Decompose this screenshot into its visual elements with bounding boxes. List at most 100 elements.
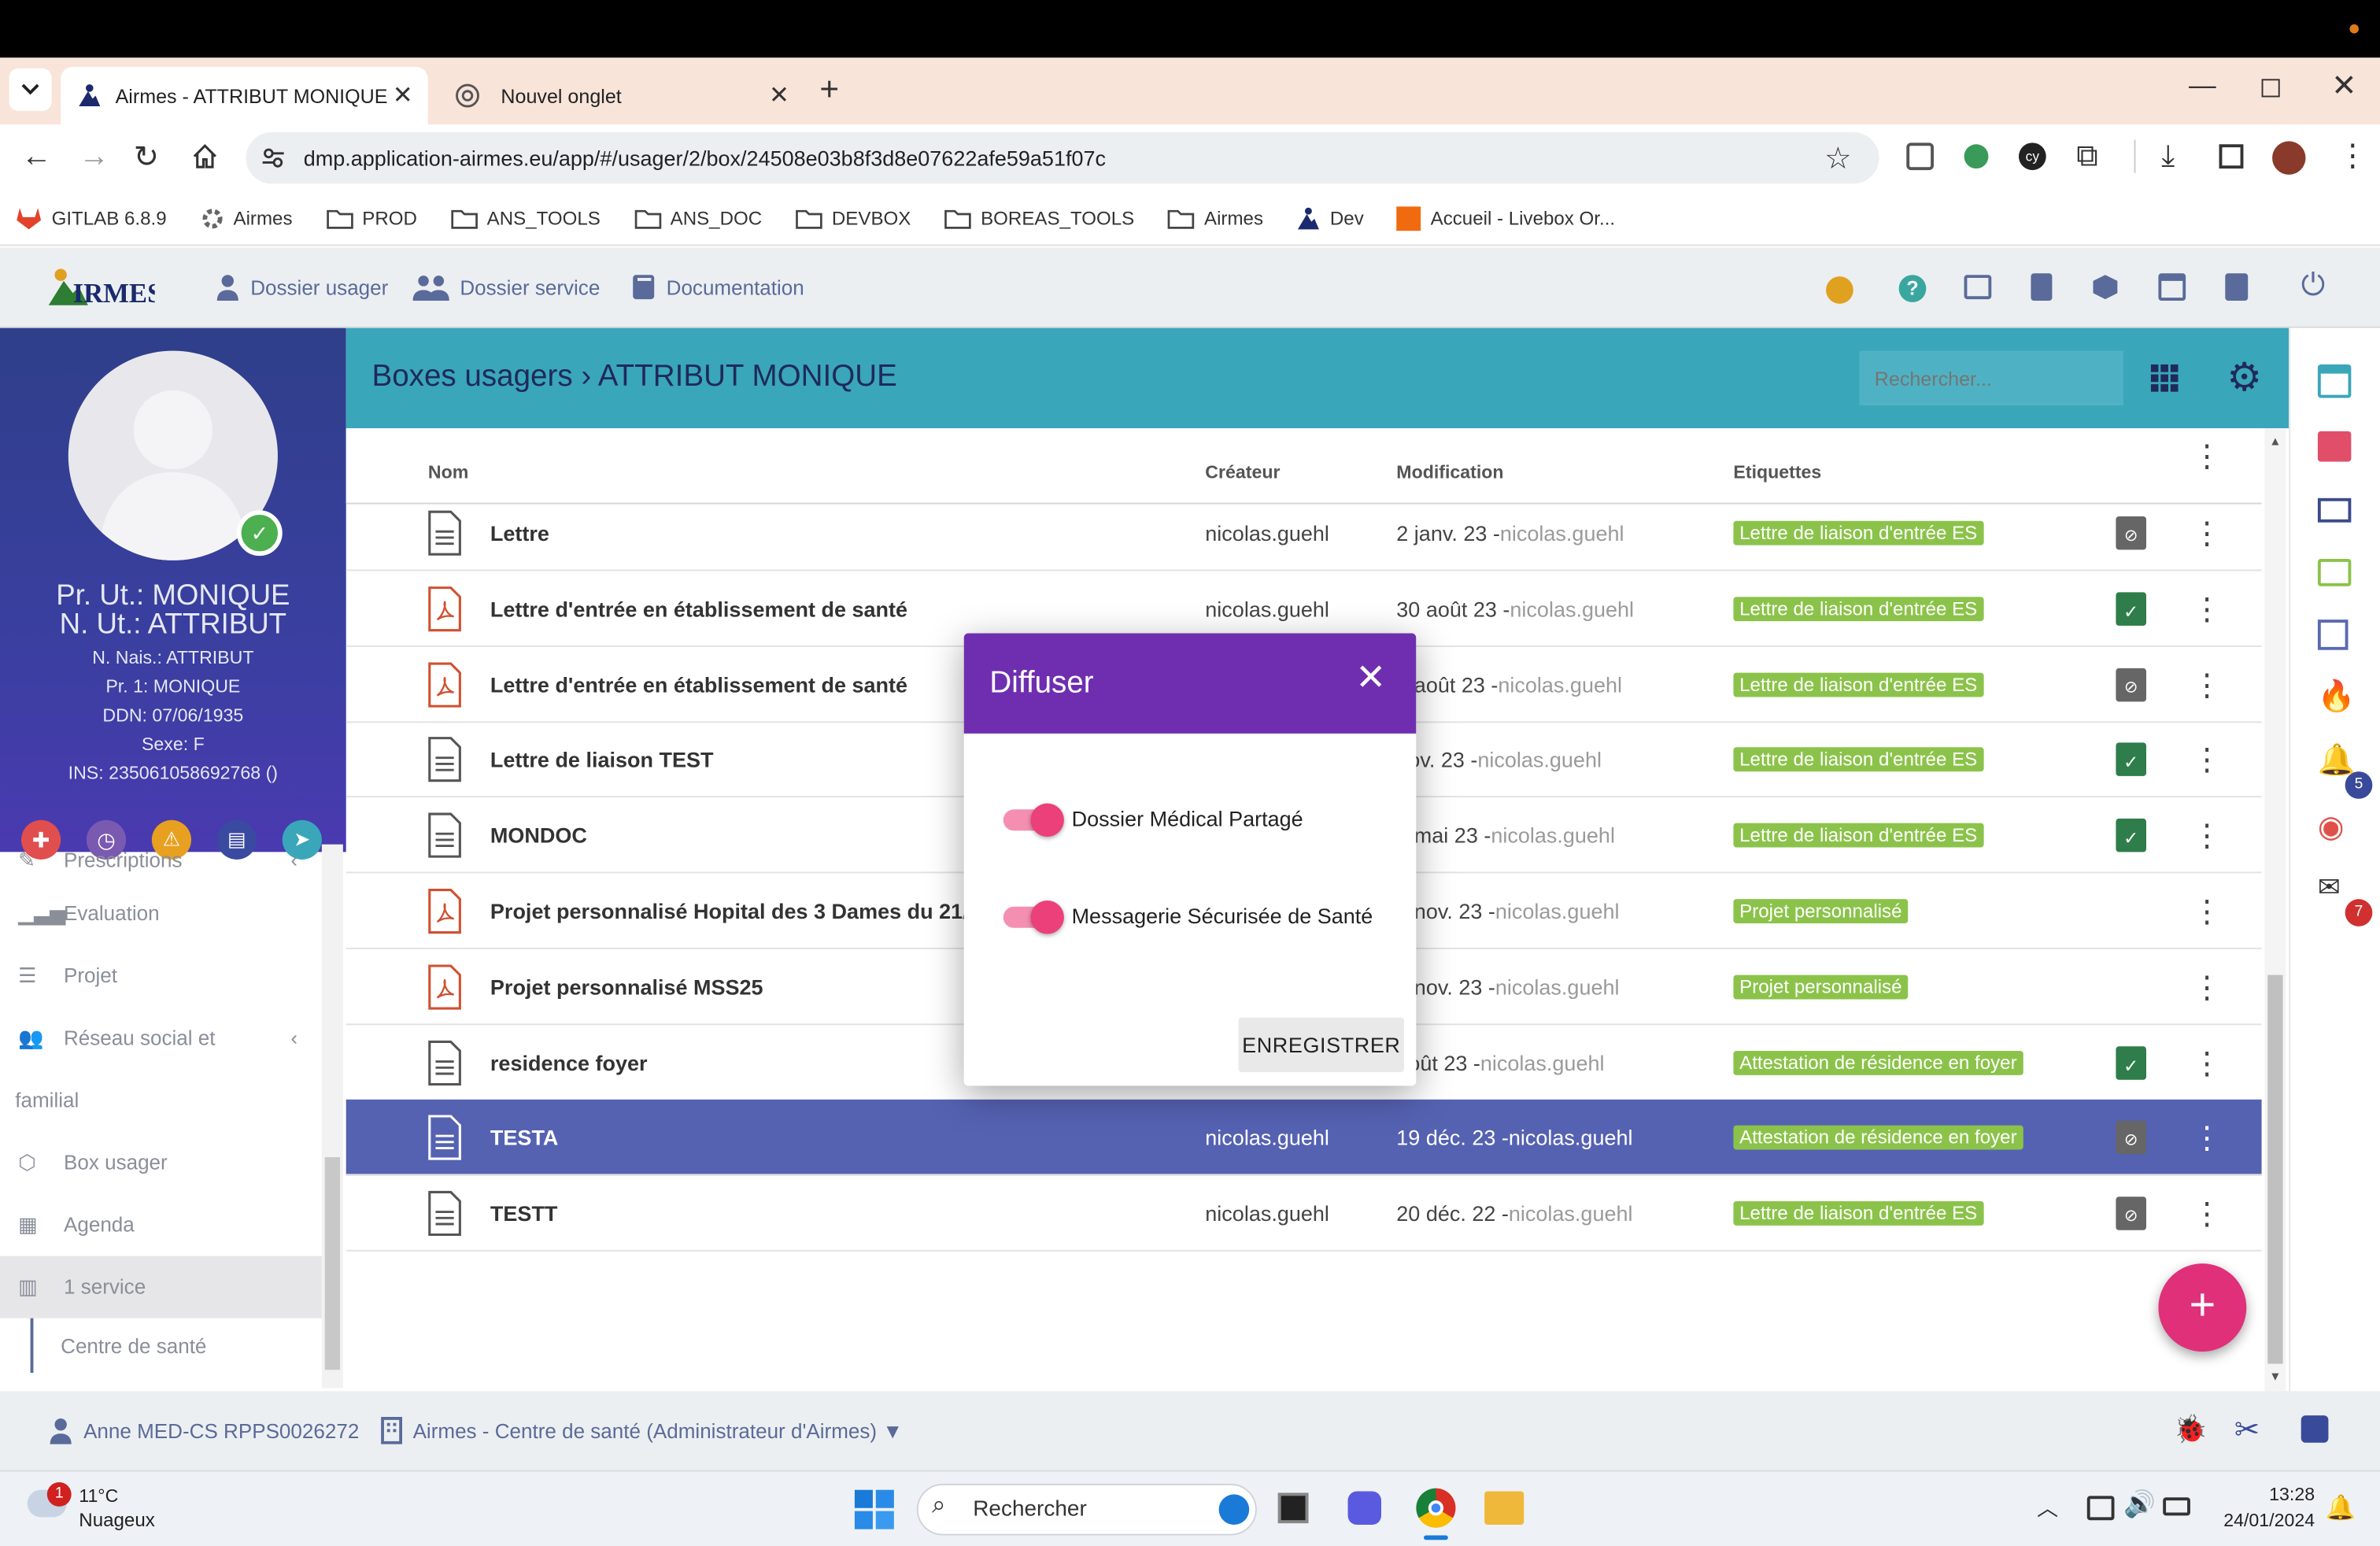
extension-green-icon[interactable] (1964, 144, 1989, 169)
row-more-icon[interactable]: ⋮ (2192, 1120, 2223, 1158)
mail-out-icon[interactable]: ✉ (2318, 871, 2341, 904)
row-more-icon[interactable]: ⋮ (2192, 590, 2223, 628)
bookmark-devbox[interactable]: DEVBOX (796, 207, 911, 228)
minimize-icon[interactable]: — (2189, 70, 2216, 102)
calendar-icon[interactable] (2158, 273, 2186, 301)
taskbar-search[interactable]: ⌕ Rechercher (916, 1483, 1257, 1536)
row-more-icon[interactable]: ⋮ (2192, 515, 2223, 553)
sidebar-item-service[interactable]: ▥ 1 service (0, 1256, 322, 1319)
table-row[interactable]: Lettre nicolas.guehl 2 janv. 23 - nicolas.… (346, 495, 2262, 571)
windows-start-icon[interactable] (854, 1489, 894, 1529)
new-tab-icon[interactable]: + (819, 70, 839, 109)
nav-documentation[interactable]: Documentation (631, 273, 804, 301)
document-name[interactable]: Projet personnalisé Hopital des 3 Dames … (490, 873, 969, 949)
row-more-icon[interactable]: ⋮ (2192, 1045, 2223, 1082)
tab-airmes[interactable]: Airmes - ATTRIBUT MONIQUE ✕ (61, 66, 428, 125)
sidebar-item-evaluation[interactable]: ▁▃▅ Evaluation (0, 882, 322, 945)
dmp-not-sent-icon[interactable]: ⊘ (2116, 1196, 2146, 1231)
document-name[interactable]: MONDOC (490, 797, 587, 873)
chevron-up-icon[interactable]: ︿ (2037, 1492, 2058, 1523)
calendar-icon[interactable] (2317, 364, 2352, 398)
list-icon[interactable] (2317, 620, 2349, 650)
switch-dmp[interactable] (1003, 803, 1064, 838)
row-more-icon[interactable]: ⋮ (2192, 742, 2223, 779)
id-card-icon[interactable] (1964, 275, 1992, 300)
dmp-not-sent-icon[interactable]: ⊘ (2116, 1121, 2146, 1155)
sidebar-item-reseau[interactable]: 👥 Réseau social et ‹ (0, 1007, 322, 1069)
bug-icon[interactable]: 🐞 (2174, 1414, 2208, 1446)
sidebar-item-agenda[interactable]: ▦ Agenda (0, 1193, 322, 1256)
extension-cy-icon[interactable]: cy (2018, 142, 2046, 171)
status-dot-icon[interactable] (1826, 276, 1853, 304)
scrollbar-thumb[interactable] (324, 1157, 340, 1370)
document-name[interactable]: TESTA (490, 1100, 559, 1176)
header-more-icon[interactable]: ⋮ (2192, 438, 2223, 475)
document-name[interactable]: Projet personnalisé MSS25 (490, 949, 763, 1024)
bookmark-dev[interactable]: Dev (1296, 205, 1364, 230)
teams-icon[interactable] (1347, 1491, 1381, 1525)
settings-gear-icon[interactable]: ⚙ (2227, 357, 2262, 396)
volume-icon[interactable]: 🔊 (2123, 1490, 2156, 1521)
row-more-icon[interactable]: ⋮ (2192, 666, 2223, 704)
site-info-icon[interactable] (261, 146, 286, 170)
dmp-sent-icon[interactable]: ✓ (2116, 819, 2146, 853)
bookmark-prod[interactable]: PROD (326, 207, 417, 228)
mail-icon[interactable] (2317, 497, 2352, 523)
chrome-icon[interactable] (1416, 1488, 1456, 1528)
bookmark-ans-doc[interactable]: ANS_DOC (634, 207, 762, 228)
battery-icon[interactable] (2163, 1497, 2190, 1516)
sidebar-item-box[interactable]: ⬡ Box usager (0, 1131, 322, 1193)
close-icon[interactable]: ✕ (1355, 660, 1386, 697)
bookmark-gitlab[interactable]: GITLAB 6.8.9 (15, 205, 167, 230)
tab-search-button[interactable] (9, 68, 52, 111)
document-icon[interactable] (2031, 273, 2053, 301)
sidebar-item-prescriptions[interactable]: ✎ Prescriptions ‹ (0, 849, 322, 882)
grid-view-icon[interactable] (2150, 364, 2179, 392)
side-panel-icon[interactable] (2219, 144, 2244, 169)
lock-icon[interactable] (2301, 1415, 2329, 1443)
search-input[interactable] (1859, 350, 2124, 406)
column-createur[interactable]: Créateur (1205, 461, 1280, 483)
extension-icon[interactable] (1906, 142, 1934, 171)
row-more-icon[interactable]: ⋮ (2192, 968, 2223, 1006)
clock-time[interactable]: 13:28 (2208, 1484, 2315, 1505)
bookmark-star-icon[interactable]: ☆ (1824, 139, 1852, 177)
box-icon[interactable] (2092, 273, 2119, 301)
dmp-not-sent-icon[interactable]: ⊘ (2116, 516, 2146, 550)
document-name[interactable]: TESTT (490, 1176, 558, 1252)
power-icon[interactable]: ⏻ (2301, 268, 2326, 303)
sidebar-scrollbar[interactable] (321, 844, 343, 1389)
column-modification[interactable]: Modification (1396, 461, 1503, 483)
table-row[interactable]: TESTA nicolas.guehl 19 déc. 23 - nicolas.g… (346, 1100, 2262, 1177)
profile-avatar[interactable] (2272, 141, 2306, 175)
row-more-icon[interactable]: ⋮ (2192, 817, 2223, 855)
bookmark-airmes[interactable]: Airmes (200, 205, 293, 230)
download-icon[interactable]: ⤓ (2161, 139, 2175, 174)
switch-mss[interactable] (1003, 901, 1064, 934)
row-more-icon[interactable]: ⋮ (2192, 893, 2223, 930)
column-nom[interactable]: Nom (428, 461, 468, 483)
reload-icon[interactable]: ↻ (134, 139, 159, 176)
tools-icon[interactable]: ✂ (2234, 1411, 2260, 1448)
close-tab-icon[interactable]: ✕ (393, 80, 413, 111)
help-icon[interactable]: ? (1898, 275, 1927, 302)
bookmark-boreas-tools[interactable]: BOREAS_TOOLS (944, 207, 1134, 228)
task-view-icon[interactable] (1277, 1492, 1309, 1524)
bookmark-airmes-folder[interactable]: Airmes (1168, 207, 1263, 228)
bookmark-ans-tools[interactable]: ANS_TOOLS (450, 207, 601, 228)
scroll-down-icon[interactable]: ▼ (2269, 1370, 2281, 1383)
clock-date[interactable]: 24/01/2024 (2208, 1510, 2315, 1531)
airmes-logo[interactable]: IRMES (46, 263, 155, 312)
close-window-icon[interactable]: ✕ (2331, 67, 2356, 105)
sidebar-item-projet[interactable]: ☰ Projet (0, 945, 322, 1007)
browser-menu-icon[interactable]: ⋮ (2338, 137, 2368, 175)
network-icon[interactable] (2086, 1496, 2115, 1521)
organization-select[interactable]: Airmes - Centre de santé (Administrateur… (381, 1417, 903, 1444)
home-icon[interactable] (191, 142, 219, 170)
file-explorer-icon[interactable] (1484, 1491, 1524, 1525)
column-etiquettes[interactable]: Etiquettes (1733, 461, 1821, 483)
fire-icon[interactable]: 🔥 (2318, 677, 2356, 715)
close-tab-icon[interactable]: ✕ (769, 80, 789, 111)
nav-dossier-service[interactable]: Dossier service (412, 273, 600, 301)
document-name[interactable]: Lettre de liaison TEST (490, 722, 714, 797)
